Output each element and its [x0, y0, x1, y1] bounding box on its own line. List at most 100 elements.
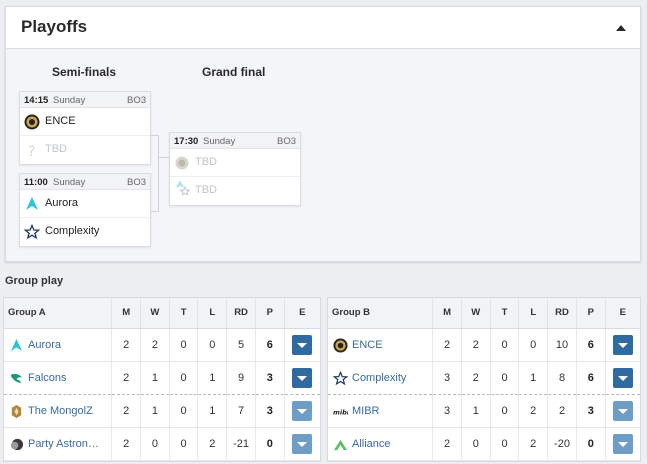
expand-button[interactable] — [292, 334, 313, 355]
expand-cell — [605, 361, 640, 395]
stat-p: 0 — [255, 427, 285, 461]
bracket-connector-line — [159, 157, 169, 158]
playoffs-panel: Playoffs Semi-finals Grand final 14:15 S… — [5, 6, 641, 262]
expand-button[interactable] — [612, 433, 633, 454]
team-cell: Aurora — [4, 328, 113, 362]
stat-m: 2 — [111, 361, 142, 395]
playoffs-header[interactable]: Playoffs — [6, 7, 640, 49]
team-link[interactable]: Complexity — [352, 372, 406, 384]
match-day: Sunday — [53, 95, 86, 106]
team-link[interactable]: Aurora — [28, 339, 61, 351]
table-row: Alliance 2 0 0 2 -20 0 — [328, 427, 640, 461]
match-team-row[interactable]: ENCE — [20, 108, 150, 136]
stat-l: 1 — [197, 394, 228, 428]
col-header-rd: RD — [547, 298, 577, 329]
mongolz-logo-icon — [11, 404, 22, 418]
match-team-row[interactable]: Complexity — [20, 218, 150, 246]
match-format: BO3 — [126, 95, 146, 106]
team-name: Complexity — [45, 225, 100, 237]
table-row: ENCE 2 2 0 0 10 6 — [328, 328, 640, 362]
match-team-row[interactable]: Aurora — [20, 190, 150, 218]
stat-w: 2 — [461, 361, 491, 395]
bracket-connector — [151, 135, 159, 212]
stat-t: 0 — [169, 361, 199, 395]
match-time: 17:30 — [174, 136, 199, 147]
stat-rd: 2 — [547, 394, 577, 428]
table-row: Falcons 2 1 0 1 9 3 — [4, 361, 320, 395]
expand-cell — [605, 427, 640, 461]
collapse-caret-icon[interactable] — [616, 25, 626, 31]
match-team-row[interactable]: TBD — [170, 149, 300, 177]
stat-m: 2 — [432, 427, 462, 461]
stat-t: 0 — [490, 328, 520, 362]
group-play-title: Group play — [5, 275, 64, 287]
group-name: Group A — [4, 298, 113, 329]
expand-button[interactable] — [292, 367, 313, 388]
stat-w: 1 — [140, 394, 170, 428]
stat-w: 2 — [140, 328, 170, 362]
stat-p: 6 — [576, 361, 606, 395]
expand-cell — [605, 394, 640, 428]
match-header: 14:15 Sunday BO3 — [20, 92, 150, 108]
team-link[interactable]: MIBR — [352, 405, 380, 417]
expand-button[interactable] — [612, 400, 633, 421]
falcons-logo-icon — [10, 373, 23, 383]
stat-m: 3 — [432, 361, 462, 395]
team-link[interactable]: ENCE — [352, 339, 383, 351]
team-name: ENCE — [45, 115, 76, 127]
stat-rd: 8 — [547, 361, 577, 395]
expand-cell — [284, 328, 320, 362]
stat-p: 3 — [255, 394, 285, 428]
team-cell: The MongolZ — [4, 394, 113, 428]
col-header-w: W — [461, 298, 491, 329]
stat-rd: -20 — [547, 427, 577, 461]
team-link[interactable]: Alliance — [352, 438, 391, 450]
team-link[interactable]: The MongolZ — [28, 405, 93, 417]
grand-final-match[interactable]: 17:30 Sunday BO3 TBD TBD — [169, 132, 301, 206]
stat-w: 0 — [461, 427, 491, 461]
svg-text:?: ? — [28, 144, 35, 158]
stat-l: 2 — [518, 427, 549, 461]
col-header-e: E — [284, 298, 320, 329]
stat-p: 3 — [576, 394, 606, 428]
stat-p: 6 — [576, 328, 606, 362]
expand-button[interactable] — [292, 433, 313, 454]
semi-final-match-1[interactable]: 14:15 Sunday BO3 ENCE ? TBD — [19, 91, 151, 165]
party-astronauts-logo-icon — [10, 438, 24, 450]
team-cell: ENCE — [328, 328, 434, 362]
team-name-tbd: TBD — [195, 156, 217, 168]
team-cell: mibr MIBR — [328, 394, 434, 428]
team-cell: Complexity — [328, 361, 434, 395]
stat-p: 3 — [255, 361, 285, 395]
stat-t: 0 — [169, 328, 199, 362]
table-row: Party Astron… 2 0 0 2 -21 0 — [4, 427, 320, 461]
complexity-star-icon — [24, 224, 40, 240]
team-name-tbd: TBD — [45, 143, 67, 155]
aurora-logo-icon — [10, 338, 23, 351]
match-time: 11:00 — [24, 177, 48, 188]
stat-m: 2 — [432, 328, 462, 362]
expand-button[interactable] — [612, 367, 633, 388]
svg-text:mibr: mibr — [333, 408, 348, 416]
semi-final-match-2[interactable]: 11:00 Sunday BO3 Aurora Complexity — [19, 173, 151, 247]
col-header-t: T — [169, 298, 199, 329]
col-header-w: W — [140, 298, 170, 329]
col-header-l: L — [518, 298, 549, 329]
col-header-p: P — [255, 298, 285, 329]
tbd-faded-logo-icon — [175, 156, 189, 170]
stat-l: 2 — [197, 427, 228, 461]
stat-t: 0 — [490, 361, 520, 395]
match-team-row[interactable]: ? TBD — [20, 136, 150, 164]
match-day: Sunday — [203, 136, 236, 147]
table-row: Aurora 2 2 0 0 5 6 — [4, 328, 320, 362]
col-header-m: M — [432, 298, 462, 329]
team-link[interactable]: Falcons — [28, 372, 67, 384]
match-header: 17:30 Sunday BO3 — [170, 133, 300, 149]
expand-button[interactable] — [612, 334, 633, 355]
team-link[interactable]: Party Astron… — [28, 438, 99, 450]
expand-button[interactable] — [292, 400, 313, 421]
match-team-row[interactable]: TBD — [170, 177, 300, 205]
team-name: Aurora — [45, 197, 79, 209]
stat-t: 0 — [169, 427, 199, 461]
match-time: 14:15 — [24, 95, 49, 106]
